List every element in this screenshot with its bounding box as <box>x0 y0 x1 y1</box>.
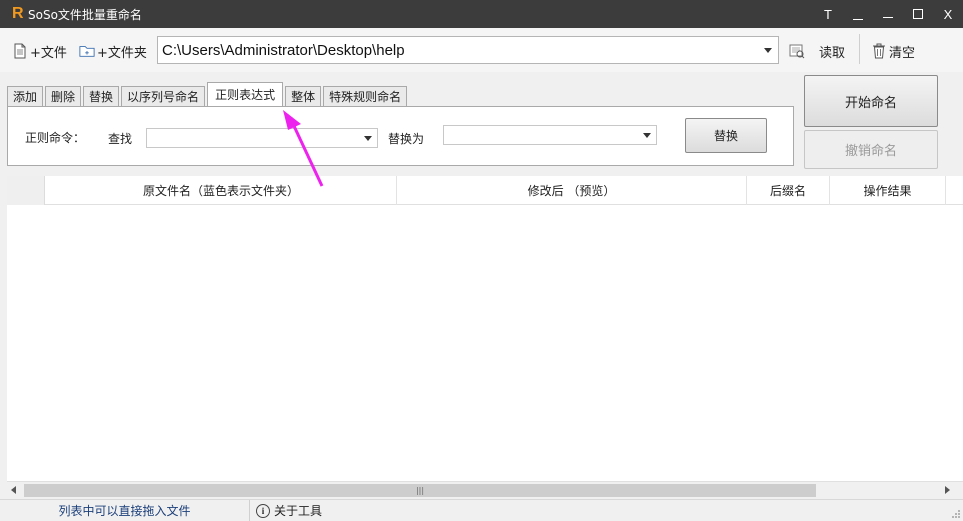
toolbar: +文件 +文件夹 C:\Users\Administrator\Desktop\… <box>0 28 963 72</box>
start-rename-button[interactable]: 开始命名 <box>804 75 938 127</box>
find-input[interactable] <box>146 128 378 148</box>
folder-add-icon <box>79 43 95 59</box>
read-label: 读取 <box>819 45 846 61</box>
drag-hint: 列表中可以直接拖入文件 <box>0 500 250 521</box>
tab-replace[interactable]: 替换 <box>83 86 120 106</box>
regex-command-label: 正则命令： <box>25 131 86 145</box>
rule-tabs: 添加 删除 替换 以序列号命名 正则表达式 整体 特殊规则命名 <box>7 82 409 106</box>
chevron-down-icon[interactable] <box>764 48 772 53</box>
window-controls: T X <box>813 0 963 28</box>
tab-sequence-naming[interactable]: 以序列号命名 <box>121 86 206 106</box>
file-list-table[interactable]: 原文件名（蓝色表示文件夹） 修改后 （预览） 后缀名 操作结果 <box>7 176 963 481</box>
about-tool-button[interactable]: i 关于工具 <box>256 500 322 521</box>
path-combobox[interactable]: C:\Users\Administrator\Desktop\help <box>157 36 779 64</box>
status-bar: 列表中可以直接拖入文件 i 关于工具 <box>0 499 963 521</box>
row-header-corner <box>7 176 45 205</box>
pin-icon[interactable]: T <box>813 0 843 28</box>
tab-whole[interactable]: 整体 <box>285 86 322 106</box>
minimize-dash-icon[interactable] <box>843 0 873 28</box>
scroll-left-icon[interactable] <box>11 486 16 494</box>
replace-button[interactable]: 替换 <box>685 118 767 153</box>
replace-input[interactable] <box>443 125 657 145</box>
replace-with-label: 替换为 <box>388 132 425 146</box>
undo-rename-button[interactable]: 撤销命名 <box>804 130 938 169</box>
window-title: SoSo文件批量重命名 <box>28 7 142 22</box>
toolbar-divider <box>859 34 860 64</box>
scrollbar-thumb[interactable]: ||| <box>24 484 816 497</box>
clear-button[interactable]: 清空 <box>871 41 915 61</box>
minimize-icon[interactable] <box>873 0 903 28</box>
column-extension[interactable]: 后缀名 <box>747 176 830 205</box>
maximize-icon[interactable] <box>903 0 933 28</box>
chevron-down-icon[interactable] <box>643 133 651 138</box>
about-tool-label: 关于工具 <box>274 504 323 518</box>
info-icon: i <box>256 503 270 518</box>
chevron-down-icon[interactable] <box>364 136 372 141</box>
table-header: 原文件名（蓝色表示文件夹） 修改后 （预览） 后缀名 操作结果 <box>7 176 963 205</box>
app-logo-icon: R <box>12 5 24 22</box>
close-icon[interactable]: X <box>933 0 963 28</box>
scroll-right-icon[interactable] <box>945 486 950 494</box>
horizontal-scrollbar[interactable]: ||| <box>7 481 963 498</box>
add-folder-label: +文件夹 <box>97 45 147 61</box>
file-icon <box>12 43 28 59</box>
resize-grip-icon[interactable] <box>951 509 961 519</box>
column-result[interactable]: 操作结果 <box>830 176 946 205</box>
trash-icon <box>871 43 887 59</box>
add-file-label: +文件 <box>30 45 67 61</box>
clear-label: 清空 <box>889 45 916 61</box>
read-button[interactable]: 读取 <box>789 41 845 61</box>
tab-add[interactable]: 添加 <box>7 86 44 106</box>
read-icon <box>789 43 805 59</box>
tab-special-rules[interactable]: 特殊规则命名 <box>323 86 408 106</box>
tab-delete[interactable]: 删除 <box>45 86 82 106</box>
grip-lines-icon: ||| <box>415 486 425 495</box>
path-value: C:\Users\Administrator\Desktop\help <box>162 41 405 59</box>
column-original-name[interactable]: 原文件名（蓝色表示文件夹） <box>46 176 397 205</box>
add-folder-button[interactable]: +文件夹 <box>79 41 147 61</box>
title-bar: R SoSo文件批量重命名 T X <box>0 0 963 28</box>
regex-panel: 正则命令： 查找 替换为 替换 <box>7 106 794 166</box>
tab-regex[interactable]: 正则表达式 <box>207 82 284 106</box>
find-label: 查找 <box>108 132 133 146</box>
add-file-button[interactable]: +文件 <box>12 41 67 61</box>
column-preview[interactable]: 修改后 （预览） <box>397 176 747 205</box>
